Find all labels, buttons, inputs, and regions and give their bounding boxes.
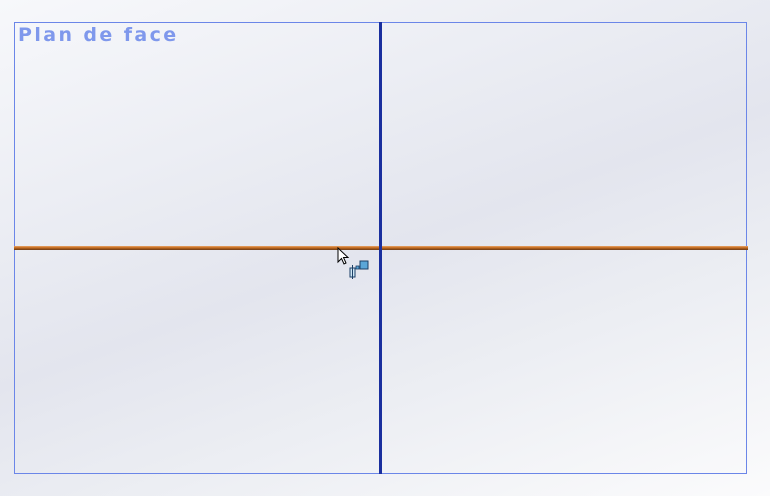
mouse-pointer-icon bbox=[337, 246, 373, 283]
coincident-relation-icon bbox=[337, 246, 369, 279]
vertical-origin-axis[interactable] bbox=[379, 22, 382, 474]
plane-name-label: Plan de face bbox=[18, 24, 179, 46]
graphics-viewport[interactable]: Plan de face bbox=[0, 0, 770, 496]
